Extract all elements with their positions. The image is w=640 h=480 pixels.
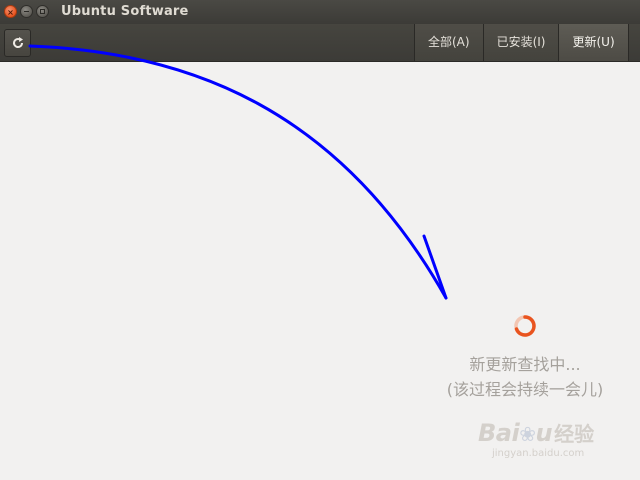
jingyan-text: 经验: [554, 422, 595, 446]
baidu-jingyan-watermark: Bai❀u 经验 jingyan.baidu.com: [478, 418, 628, 460]
window-minimize-button[interactable]: [20, 5, 33, 18]
watermark-url: jingyan.baidu.com: [492, 448, 585, 459]
view-switcher: 全部(A) 已安装(I) 更新(U): [414, 24, 629, 61]
close-icon: ×: [7, 8, 14, 17]
paw-icon: ❀: [519, 422, 536, 446]
window-title: Ubuntu Software: [61, 4, 189, 19]
tab-installed[interactable]: 已安装(I): [482, 24, 559, 61]
status-hint-text: (该过程会持续一会儿): [446, 380, 604, 399]
loading-spinner-icon: [514, 315, 536, 337]
maximize-icon: [40, 9, 45, 14]
baidu-logo: Bai❀u: [478, 419, 553, 447]
status-searching-text: 新更新查找中...: [469, 355, 581, 374]
update-status: 新更新查找中... (该过程会持续一会儿): [415, 352, 635, 402]
tab-all[interactable]: 全部(A): [414, 24, 483, 61]
window-maximize-button[interactable]: [36, 5, 49, 18]
tab-updates[interactable]: 更新(U): [558, 24, 629, 61]
header-toolbar: 全部(A) 已安装(I) 更新(U): [0, 24, 640, 62]
refresh-icon: [13, 37, 24, 49]
minimize-icon: [24, 11, 29, 12]
window-close-button[interactable]: ×: [4, 5, 17, 18]
window-titlebar[interactable]: × Ubuntu Software: [0, 0, 640, 24]
refresh-button[interactable]: [4, 29, 31, 57]
annotation-arrow: [28, 44, 448, 300]
